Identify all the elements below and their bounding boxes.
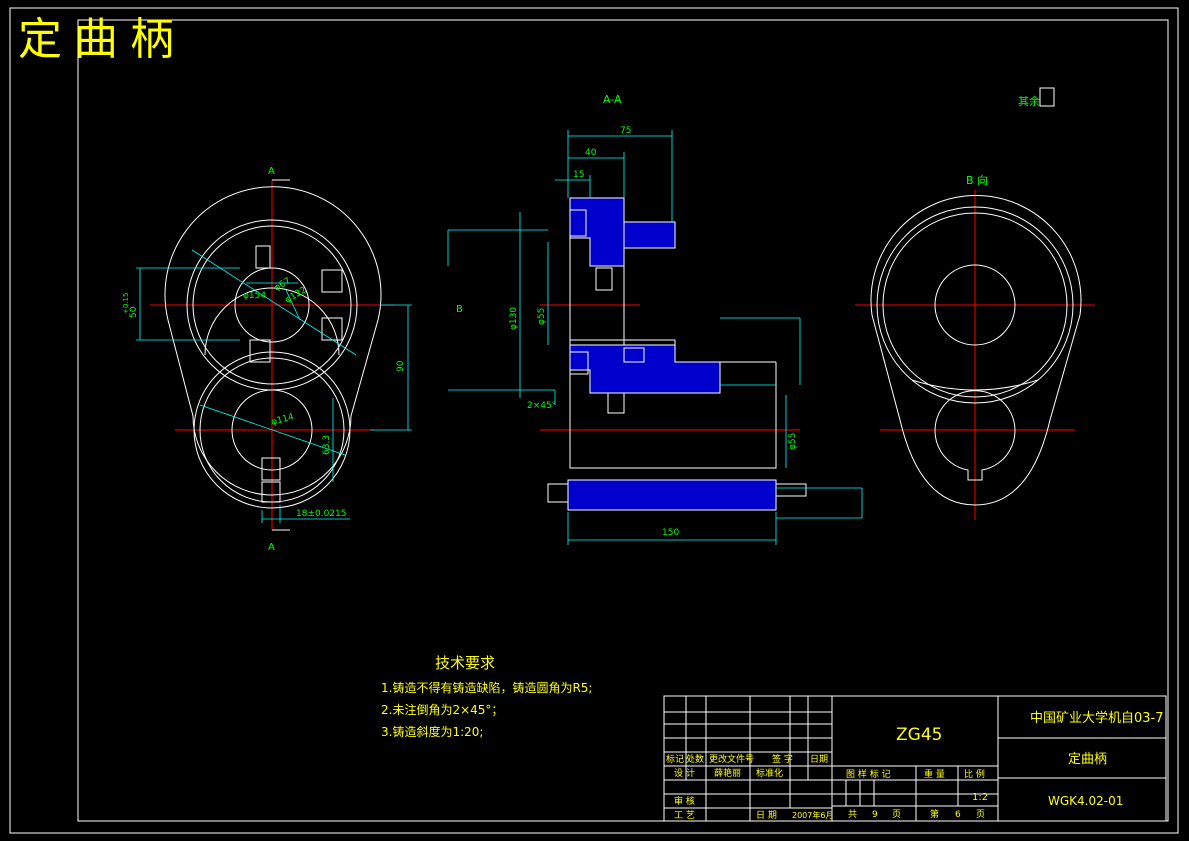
dim-d55b: φ55 [788, 433, 798, 450]
drawing-labels: A-A B 向 A A B 其余 φ154 φ67 φ122 φ114 50 +… [122, 93, 1164, 821]
tb-std: 标准化 [756, 767, 783, 779]
tech-requirement-item: 3.铸造斜度为1:20; [381, 725, 484, 739]
dim-l75: 75 [620, 126, 631, 136]
tb-weight: 重 量 [924, 768, 945, 780]
dim-h90: 90 [396, 360, 406, 372]
tb-page-unit-2: 页 [976, 809, 985, 820]
section-mark-top: A [268, 166, 275, 177]
dim-d130: φ130 [509, 307, 519, 330]
tb-sheet: 第 [930, 808, 939, 820]
tb-designer: 薛艳丽 [714, 767, 741, 779]
tb-total-num: 9 [872, 810, 878, 820]
tb-stage: 图 样 标 记 [846, 768, 891, 780]
drawing-number: WGK4.02-01 [1048, 794, 1123, 808]
tech-requirements-title: 技术要求 [435, 654, 496, 672]
surface-note: 其余 [1018, 94, 1040, 108]
dim-h63: 63.3 [322, 435, 332, 455]
drawing-title: 定曲柄 [18, 14, 186, 65]
surface-note-box [1039, 87, 1055, 107]
tb-total: 共 [848, 809, 857, 820]
dim-h50: 50 [129, 306, 139, 318]
tb-date-value: 2007年6月 [792, 810, 833, 820]
drawing-frame [77, 19, 1169, 822]
b-view [855, 190, 1095, 520]
sheet-border [9, 7, 1179, 834]
tb-count: 处数 [686, 753, 704, 765]
section-mark-bottom: A [268, 542, 275, 553]
tb-sign: 签 字 [772, 753, 793, 765]
drawing-sheet: A-A B 向 A A B 其余 φ154 φ67 φ122 φ114 50 +… [9, 7, 1179, 834]
dim-d114: φ114 [270, 412, 295, 428]
tb-change-doc: 更改文件号 [709, 753, 754, 765]
school-name: 中国矿业大学机自03-7 [1030, 710, 1164, 726]
dim-l150: 150 [662, 528, 679, 538]
section-label: A-A [603, 93, 622, 106]
tb-ratio: 比 例 [964, 768, 985, 780]
arrow-b-label: B [456, 304, 463, 315]
tb-date-header: 日期 [810, 754, 828, 765]
tech-requirement-item: 1.铸造不得有铸造缺陷，铸造圆角为R5; [381, 681, 593, 695]
dim-l15: 15 [573, 170, 584, 180]
tb-design: 设 计 [674, 767, 695, 779]
tb-date: 日 期 [756, 810, 777, 821]
dim-d122: φ122 [284, 285, 309, 305]
view-label-b: B 向 [966, 173, 988, 187]
dim-d55a: φ55 [537, 308, 547, 325]
dim-chamfer: 2×45° [527, 401, 556, 411]
dim-l40: 40 [585, 148, 597, 158]
part-name: 定曲柄 [1068, 752, 1107, 767]
dim-d67: φ67 [273, 276, 293, 293]
tech-requirement-item: 2.未注倒角为2×45°； [381, 703, 504, 717]
dim-d154: φ154 [243, 291, 266, 301]
dim-tol-plus: +0.15 [122, 293, 130, 314]
tb-page-unit: 页 [892, 809, 901, 820]
scale-value: 1:2 [972, 792, 988, 803]
tb-process: 工 艺 [674, 810, 695, 821]
dim-key18: 18±0.0215 [296, 509, 346, 519]
tb-sheet-num: 6 [955, 810, 961, 820]
front-view [150, 179, 395, 531]
tb-review: 审 核 [674, 795, 695, 807]
tb-mark: 标记 [666, 753, 684, 765]
material: ZG45 [896, 725, 942, 745]
section-view [540, 197, 807, 511]
